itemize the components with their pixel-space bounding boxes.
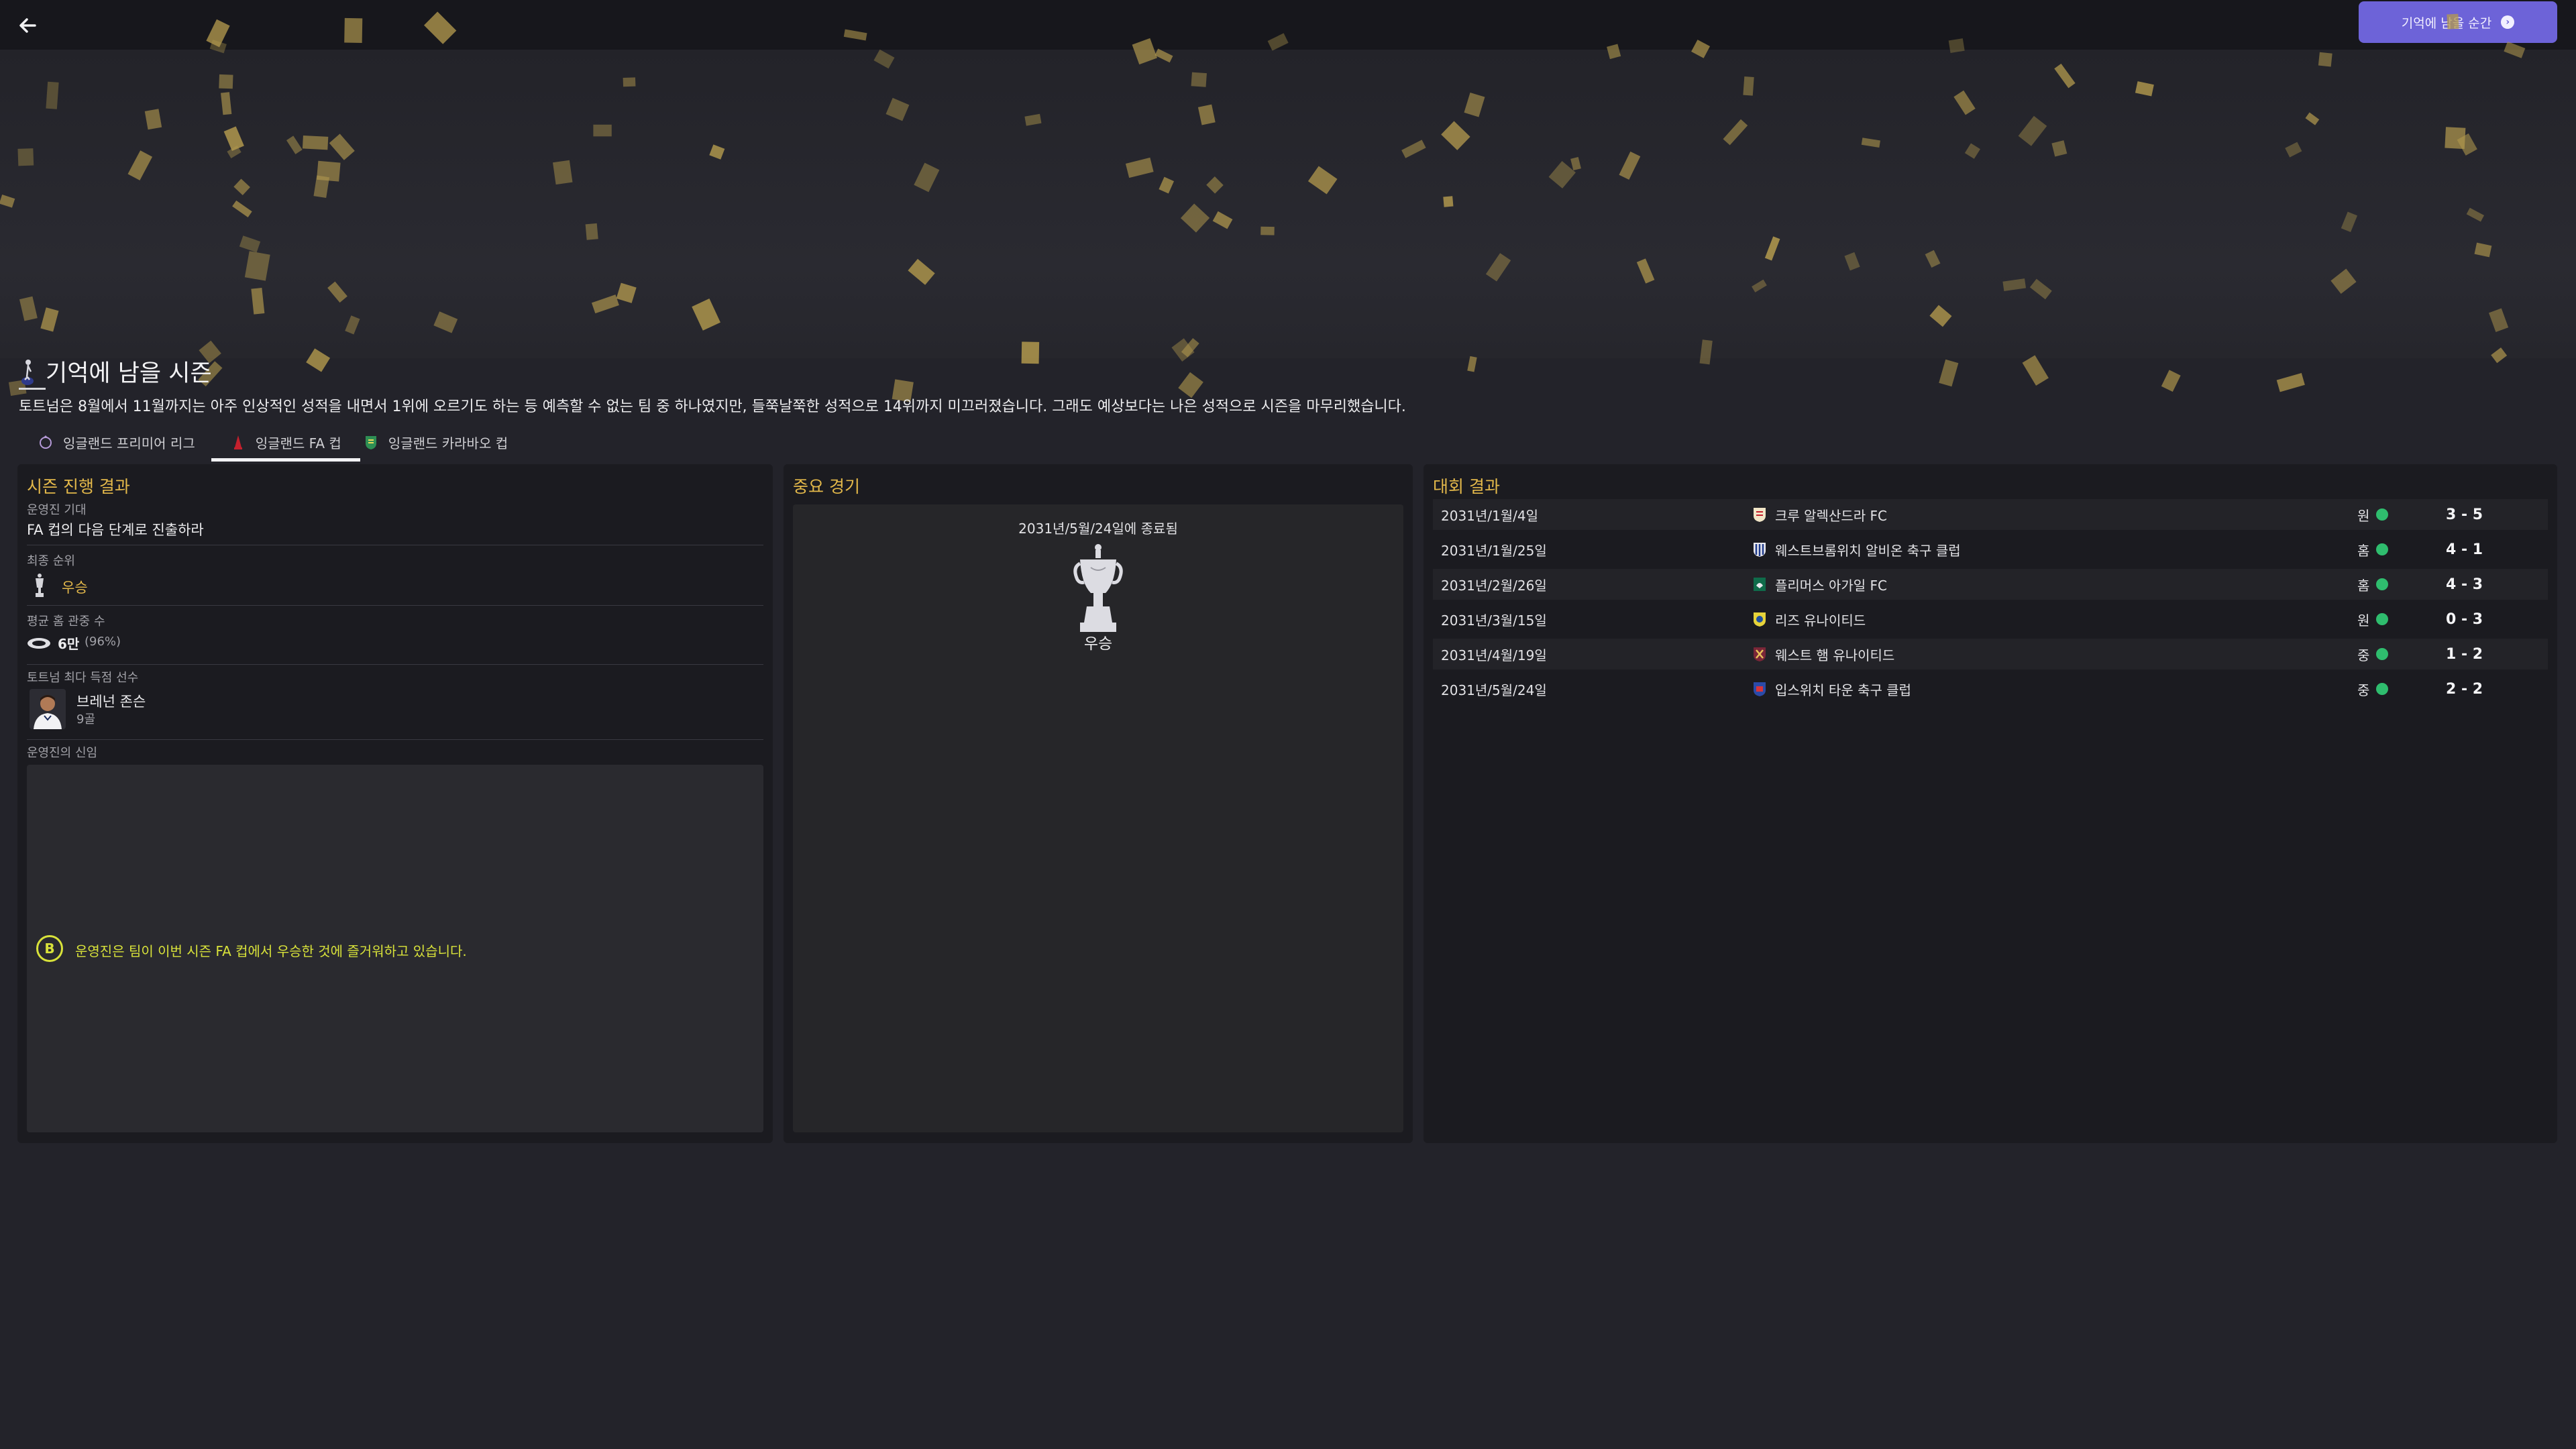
result-venue: 중: [2357, 682, 2370, 698]
attendance-label: 평균 홈 관중 수: [27, 614, 105, 629]
divider: [27, 664, 763, 665]
memorable-moments-label: 기억에 남을 순간: [2401, 15, 2492, 31]
leeds-crest-icon: [1754, 612, 1766, 627]
win-indicator: [2376, 543, 2388, 555]
tab-label: 잉글랜드 프리미어 리그: [63, 435, 195, 451]
confetti-piece: [2161, 370, 2181, 392]
result-date: 2031년/4월/19일: [1441, 647, 1547, 663]
title-underline: [19, 388, 46, 390]
win-indicator: [2376, 578, 2388, 590]
season-title: 기억에 남을 시즌: [46, 360, 212, 387]
hero-banner: [0, 50, 2576, 358]
season-header: 기억에 남을 시즌: [19, 354, 212, 388]
result-date: 2031년/1월/4일: [1441, 507, 1539, 524]
west-ham-crest-icon: [1754, 647, 1766, 661]
arrow-left-icon[interactable]: [15, 12, 42, 39]
result-score: 3 - 5: [2446, 506, 2483, 523]
result-row[interactable]: 2031년/4월/19일 웨스트 햄 유나이티드 중 1 - 2: [1433, 639, 2548, 669]
top-scorer-name[interactable]: 브레넌 존슨: [76, 691, 146, 711]
result-date: 2031년/3월/15일: [1441, 612, 1547, 629]
result-venue: 홈: [2357, 577, 2370, 594]
result-team: 웨스트 햄 유나이티드: [1775, 647, 1895, 663]
attendance-value: 6만: [58, 636, 80, 652]
confidence-text: 운영진은 팀이 이번 시즌 FA 컵에서 우승한 것에 즐거워하고 있습니다.: [75, 943, 467, 959]
result-team: 크루 알렉산드라 FC: [1775, 507, 1887, 524]
confetti-piece: [1467, 356, 1477, 372]
season-description: 토트넘은 8월에서 11월까지는 아주 인상적인 성적을 내면서 1위에 오르기…: [19, 398, 1406, 415]
result-date: 2031년/1월/25일: [1441, 542, 1547, 559]
confetti-piece: [1939, 359, 1959, 387]
result-row[interactable]: 2031년/1월/4일 크루 알렉산드라 FC 원 3 - 5: [1433, 499, 2548, 530]
key-match-card[interactable]: 2031년/5월/24일에 종료됨 우승: [793, 504, 1403, 1132]
confidence-label: 운영진의 신임: [27, 746, 98, 760]
tab-premier-league[interactable]: 잉글랜드 프리미어 리그: [35, 427, 211, 458]
trophy-icon: [36, 574, 44, 597]
win-indicator: [2376, 508, 2388, 521]
crewe-crest-icon: [1754, 508, 1766, 522]
top-scorer-label: 토트넘 최다 득점 선수: [27, 671, 139, 685]
tab-carabao-cup[interactable]: 잉글랜드 카라바오 컵: [360, 427, 524, 458]
tab-label: 잉글랜드 FA 컵: [255, 435, 341, 451]
expectation-value: FA 컵의 다음 단계로 진출하라: [27, 522, 204, 538]
attendance-percent: (96%): [85, 635, 121, 649]
result-team: 리즈 유나이티드: [1775, 612, 1866, 629]
plymouth-crest-icon: [1754, 578, 1766, 591]
result-team: 입스위치 타운 축구 클럽: [1775, 682, 1912, 698]
premier-league-icon: [40, 435, 52, 449]
result-team: 웨스트브롬위치 알비온 축구 클럽: [1775, 542, 1961, 559]
panel-title: 시즌 진행 결과: [27, 477, 130, 496]
result-venue: 원: [2357, 612, 2370, 629]
result-row[interactable]: 2031년/3월/15일 리즈 유나이티드 원 0 - 3: [1433, 604, 2548, 635]
key-match-panel: 중요 경기 2031년/5월/24일에 종료됨 우승: [784, 464, 1413, 1143]
result-row[interactable]: 2031년/5월/24일 입스위치 타운 축구 클럽 중 2 - 2: [1433, 674, 2548, 704]
result-score: 2 - 2: [2446, 680, 2483, 698]
fa-cup-trophy-icon: [1073, 544, 1123, 632]
tab-label: 잉글랜드 카라바오 컵: [388, 435, 508, 451]
result-score: 4 - 1: [2446, 541, 2483, 558]
win-indicator: [2376, 683, 2388, 695]
player-avatar[interactable]: [30, 689, 66, 729]
win-indicator: [2376, 613, 2388, 625]
result-row[interactable]: 2031년/1월/25일 웨스트브롬위치 알비온 축구 클럽 홈 4 - 1: [1433, 534, 2548, 565]
chevron-right-circle-icon: ›: [2501, 15, 2515, 29]
result-score: 0 - 3: [2446, 610, 2483, 628]
divider: [27, 739, 763, 740]
result-date: 2031년/5월/24일: [1441, 682, 1547, 698]
confidence-box: B 운영진은 팀이 이번 시즌 FA 컵에서 우승한 것에 즐거워하고 있습니다…: [27, 765, 763, 1132]
panel-title: 중요 경기: [793, 477, 860, 496]
result-team: 플리머스 아가일 FC: [1775, 577, 1887, 594]
tottenham-crest-icon: [21, 359, 34, 385]
top-scorer-goals: 9골: [76, 712, 96, 727]
tab-fa-cup[interactable]: 잉글랜드 FA 컵: [211, 427, 360, 462]
win-indicator: [2376, 648, 2388, 660]
result-score: 1 - 2: [2446, 645, 2483, 663]
final-position-label: 최종 순위: [27, 554, 75, 568]
ipswich-crest-icon: [1754, 682, 1766, 696]
west-brom-crest-icon: [1754, 543, 1766, 557]
expectation-label: 운영진 기대: [27, 503, 87, 517]
stadium-icon: [28, 638, 50, 649]
divider: [27, 605, 763, 606]
player-portrait-icon: [30, 689, 66, 729]
result-date: 2031년/2월/26일: [1441, 577, 1547, 594]
confetti-piece: [2022, 355, 2049, 386]
key-match-result: 우승: [1083, 635, 1113, 653]
confidence-grade-badge: B: [36, 935, 63, 962]
carabao-cup-icon: [365, 436, 376, 449]
final-position-value: 우승: [62, 580, 88, 596]
result-score: 4 - 3: [2446, 576, 2483, 593]
memorable-moments-button[interactable]: 기억에 남을 순간 ›: [2359, 1, 2557, 43]
fa-cup-icon: [233, 435, 242, 449]
result-venue: 원: [2357, 507, 2370, 524]
top-bar: 기억에 남을 순간 ›: [0, 0, 2576, 50]
confetti-piece: [2276, 372, 2305, 392]
result-venue: 중: [2357, 647, 2370, 663]
result-row[interactable]: 2031년/2월/26일 플리머스 아가일 FC 홈 4 - 3: [1433, 569, 2548, 600]
result-venue: 홈: [2357, 542, 2370, 559]
season-progress-panel: 시즌 진행 결과 운영진 기대 FA 컵의 다음 단계로 진출하라 최종 순위 …: [17, 464, 773, 1143]
competition-tabs: 잉글랜드 프리미어 리그 잉글랜드 FA 컵 잉글랜드 카라바오 컵: [35, 427, 524, 462]
panel-title: 대회 결과: [1433, 477, 1500, 496]
competition-results-panel: 대회 결과 2031년/1월/4일 크루 알렉산드라 FC 원 3 - 5 20…: [1424, 464, 2557, 1143]
key-match-date: 2031년/5월/24일에 종료됨: [1018, 521, 1178, 537]
